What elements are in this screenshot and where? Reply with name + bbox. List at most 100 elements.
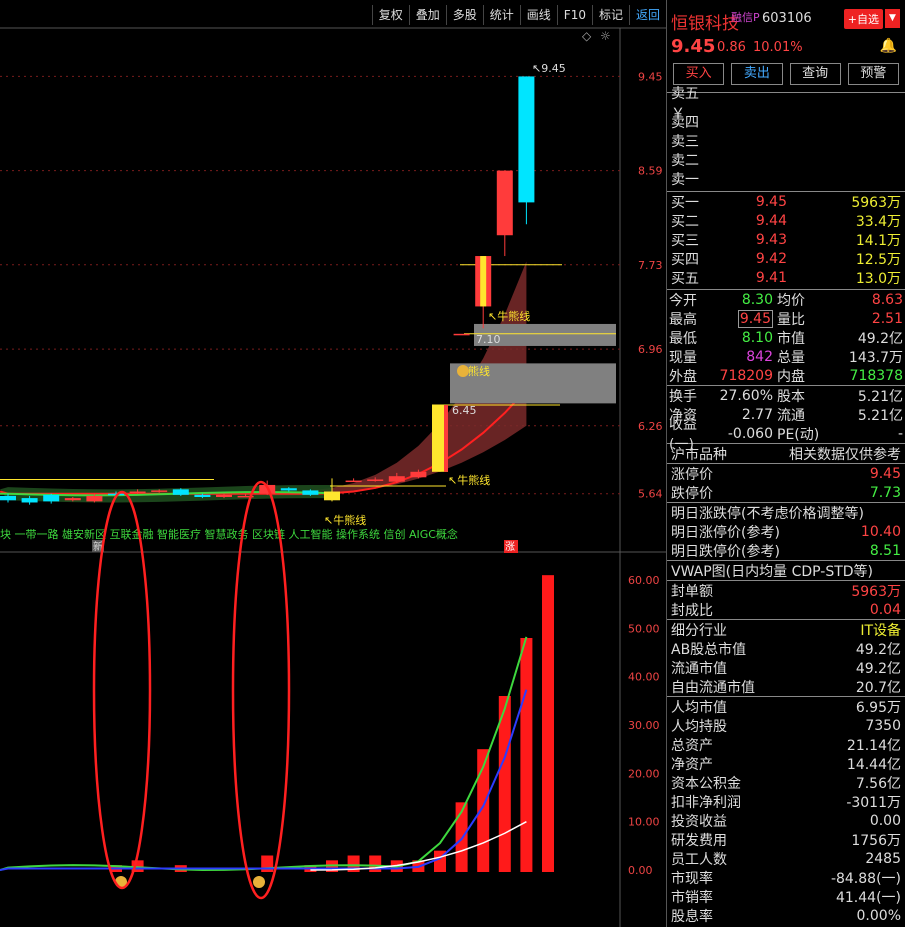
- fund-value: 2485: [865, 850, 901, 867]
- fund: 扣非净利润 -3011万: [667, 792, 905, 811]
- stat-value: 9.45: [703, 309, 773, 328]
- query-button[interactable]: 查询: [789, 63, 841, 85]
- concept-tags: 块 一带一路 雄安新区 互联金融 智能医疗 智慧政务 区块链 人工智能 操作系统…: [0, 527, 458, 541]
- stat-label: 量比: [777, 311, 805, 328]
- add-favorite-button[interactable]: +自选: [843, 9, 883, 29]
- fundamentals: 细分行业 IT设备 AB股总市值 49.2亿 流通市值 49.2亿 自由流通市值 20.7亿人…: [667, 620, 905, 925]
- toolbar-6-button[interactable]: 标记: [591, 5, 629, 25]
- seal-value: 0.04: [869, 601, 901, 618]
- limit-value: 7.73: [869, 484, 901, 501]
- stat-value: -: [897, 425, 903, 442]
- settings-icon: ☼: [600, 29, 611, 43]
- fund: 流通市值 49.2亿: [667, 658, 905, 677]
- fund-label: 扣非净利润: [671, 794, 741, 811]
- candle-body: [367, 479, 384, 481]
- stat-value: 49.2亿: [857, 330, 903, 347]
- chart-area[interactable]: 9.45 8.59 7.73 6.96 6.26 5.64 ↖9.45 7.10 6.45 ↖牛熊…: [0, 0, 666, 927]
- vwap-row[interactable]: VWAP图(日内均量 CDP-STD等): [667, 561, 905, 580]
- sell-row: 卖四: [667, 112, 905, 131]
- indicator-tick-label: 10.00: [628, 816, 660, 829]
- fund-value: -84.88(一): [830, 870, 901, 887]
- fund-label: 净资产: [671, 756, 713, 773]
- money-bag-icon: [253, 876, 265, 888]
- fund-label: 员工人数: [671, 851, 727, 868]
- toolbar-3-button[interactable]: 统计: [482, 5, 520, 25]
- toolbar-1-button[interactable]: 叠加: [408, 5, 446, 25]
- buy-row: 买四 9.42 12.5万: [667, 249, 905, 268]
- bull-bear-label: ↖牛熊线: [488, 309, 530, 323]
- fund: 人均持股 7350: [667, 716, 905, 735]
- stat-label: 总量: [777, 349, 805, 366]
- quote-stats: 今开 8.30 均价 8.63 最高 9.45 量比 2.51 最低 8.10 市值 49.2亿 现量 8…: [667, 290, 905, 385]
- fund: AB股总市值 49.2亿: [667, 639, 905, 658]
- buy-level-label: 买五: [671, 270, 699, 287]
- stat-value-boxed: 9.45: [737, 309, 773, 328]
- seal: 封单额 5963万: [667, 581, 905, 600]
- limit: 跌停价 7.73: [667, 483, 905, 502]
- toolbar-7-button[interactable]: 返回: [628, 5, 666, 25]
- buy-row: 买五 9.41 13.0万: [667, 268, 905, 287]
- candle-body: [388, 476, 405, 482]
- indicator-green-line: [0, 636, 528, 871]
- buy-volume: 14.1万: [855, 232, 901, 249]
- toolbar-4-button[interactable]: 画线: [519, 5, 557, 25]
- fund: 投资收益 0.00: [667, 811, 905, 830]
- stat-label: 均价: [777, 292, 805, 309]
- stat-value: 842: [746, 348, 773, 365]
- chevron-down-icon[interactable]: ▼: [885, 9, 900, 28]
- stat-row: 最高 9.45 量比 2.51: [667, 309, 905, 328]
- limit: 涨停价 9.45: [667, 464, 905, 483]
- diamond-icon: ◇: [582, 29, 592, 43]
- next-limit-label: 明日涨停价(参考): [671, 524, 780, 541]
- buy-price: 9.42: [755, 250, 787, 267]
- candle-body: [302, 490, 319, 495]
- buy-volume: 5963万: [851, 194, 901, 211]
- fund-label: 细分行业: [671, 622, 727, 639]
- indicator-tick-label: 0.00: [628, 864, 653, 877]
- toolbar-5-button[interactable]: F10: [556, 5, 592, 25]
- stat-value: 5.21亿: [857, 407, 903, 424]
- kline-chart[interactable]: 9.45 8.59 7.73 6.96 6.26 5.64 ↖9.45 7.10 6.45 ↖牛熊…: [0, 0, 666, 927]
- candle-body: [21, 498, 38, 503]
- stat-label: 今开: [669, 292, 697, 309]
- next-day-limits: 明日涨停价(参考) 10.40 明日跌停价(参考) 8.51: [667, 522, 905, 560]
- fund-value: 14.44亿: [846, 756, 901, 773]
- stat-value: 2.51: [871, 310, 903, 327]
- bell-icon[interactable]: 🔔: [880, 38, 897, 54]
- sell-orders: 卖五 ￥ 卖四 卖三 卖二 卖一: [667, 86, 905, 188]
- fund-value: -3011万: [846, 794, 901, 811]
- fund-value: IT设备: [860, 622, 901, 639]
- stat-label: 换手: [669, 388, 697, 405]
- fund-value: 21.14亿: [846, 737, 901, 754]
- alert-button[interactable]: 预警: [847, 63, 899, 85]
- sell-row: 卖三: [667, 131, 905, 150]
- buy-level-label: 买三: [671, 232, 699, 249]
- market-label: 沪市品种: [671, 446, 727, 463]
- candle-body: [43, 494, 60, 502]
- buy-orders: 买一 9.45 5963万 买二 9.44 33.4万 买三 9.43 14.1万 买四 9.42 1…: [667, 192, 905, 287]
- buy-price: 9.44: [755, 212, 787, 229]
- price-tick-label: 5.64: [638, 488, 663, 501]
- fund-label: 总资产: [671, 737, 713, 754]
- buy-volume: 12.5万: [855, 251, 901, 268]
- fund-label: AB股总市值: [671, 641, 747, 658]
- seal-stats: 封单额 5963万 封成比 0.04: [667, 581, 905, 619]
- fund-value: 0.00%: [856, 907, 901, 924]
- stat-row: 收益(一) -0.060 PE(动) -: [667, 417, 905, 453]
- seal-label: 封单额: [671, 583, 713, 600]
- stat-label: 流通: [777, 407, 805, 424]
- money-bag-icon: [457, 365, 469, 377]
- price-tick-label: 6.26: [638, 420, 663, 433]
- buy-level-label: 买二: [671, 213, 699, 230]
- fund-label: 人均持股: [671, 718, 727, 735]
- candle-body: [216, 494, 232, 497]
- price-change-pct: 10.01%: [753, 40, 803, 55]
- quote-panel: 恒银科技 融信P 603106 +自选 ▼ 9.45 0.86 10.01% 🔔…: [666, 0, 905, 927]
- fund-value: 49.2亿: [855, 660, 901, 677]
- toolbar-0-button[interactable]: 复权: [371, 5, 409, 25]
- stat-value: 718378: [849, 367, 903, 384]
- toolbar-2-button[interactable]: 多股: [445, 5, 483, 25]
- candle-body: [0, 495, 16, 501]
- sell-button[interactable]: 卖出: [731, 63, 783, 85]
- next-limit: 明日涨停价(参考) 10.40: [667, 522, 905, 541]
